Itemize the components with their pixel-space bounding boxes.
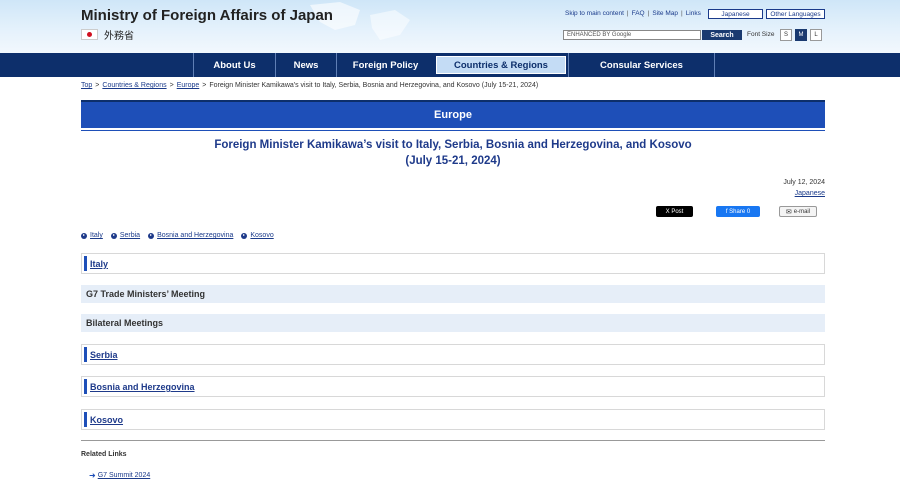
separator: | [680, 10, 683, 17]
mail-icon: ✉ [785, 208, 792, 216]
breadcrumb-separator: > [202, 82, 207, 89]
breadcrumb-countries-regions[interactable]: Countries & Regions [102, 82, 166, 89]
section-title: Europe [434, 109, 472, 121]
related-link-item[interactable]: ➜ G7 Summit 2024 [89, 471, 150, 480]
nav-about-us[interactable]: About Us [193, 53, 275, 77]
section-title-bar: Europe [81, 100, 825, 131]
content-divider [81, 440, 825, 441]
japanese-language-button[interactable]: Japanese [708, 9, 763, 19]
arrow-circle-icon [81, 232, 87, 239]
breadcrumb-current: Foreign Minister Kamikawa's visit to Ita… [209, 82, 539, 89]
section-kosovo-link[interactable]: Kosovo [90, 415, 123, 425]
other-languages-button[interactable]: Other Languages [766, 9, 825, 19]
nav-foreign-policy[interactable]: Foreign Policy [336, 53, 434, 77]
breadcrumb-separator: > [169, 82, 174, 89]
page-anchors: Italy Serbia Bosnia and Herzegovina Koso… [81, 232, 274, 239]
nav-news[interactable]: News [275, 53, 336, 77]
section-serbia: Serbia [81, 344, 825, 365]
arrow-circle-icon [148, 232, 155, 239]
japan-flag-icon [81, 29, 98, 40]
section-italy-link[interactable]: Italy [90, 259, 108, 269]
page-title-line2: (July 15-21, 2024) [405, 155, 501, 167]
related-links-title: Related Links [81, 451, 127, 458]
page-title: Foreign Minister Kamikawa’s visit to Ita… [81, 137, 825, 169]
publish-date: July 12, 2024 [783, 179, 825, 186]
anchor-kosovo[interactable]: Kosovo [241, 232, 274, 239]
arrow-right-icon: ➜ [89, 471, 96, 480]
nav-consular-services[interactable]: Consular Services [568, 53, 715, 77]
separator: | [647, 10, 650, 17]
anchor-link[interactable]: Bosnia and Herzegovina [157, 232, 233, 239]
arrow-circle-icon [241, 232, 248, 239]
section-kosovo: Kosovo [81, 409, 825, 430]
anchor-italy[interactable]: Italy [81, 232, 103, 239]
email-label: e-mail [793, 208, 811, 215]
japanese-version-link[interactable]: Japanese [795, 190, 825, 197]
section-serbia-link[interactable]: Serbia [90, 350, 118, 360]
section-italy: Italy [81, 253, 825, 274]
faq-link[interactable]: FAQ [632, 10, 645, 17]
japanese-title-row: 外務省 [81, 27, 134, 42]
anchor-link[interactable]: Serbia [120, 232, 140, 239]
anchor-link[interactable]: Kosovo [250, 232, 273, 239]
links-link[interactable]: Links [686, 10, 701, 17]
subsection-bilateral: Bilateral Meetings [81, 314, 825, 332]
separator: | [626, 10, 629, 17]
sitemap-link[interactable]: Site Map [652, 10, 678, 17]
font-size-medium-button[interactable]: M [795, 29, 807, 41]
arrow-circle-icon [110, 232, 117, 239]
subsection-g7-trade: G7 Trade Ministers’ Meeting [81, 285, 825, 303]
anchor-serbia[interactable]: Serbia [110, 232, 140, 239]
font-size-small-button[interactable]: S [780, 29, 792, 41]
page-title-line1: Foreign Minister Kamikawa’s visit to Ita… [214, 139, 692, 151]
section-bosnia-link[interactable]: Bosnia and Herzegovina [90, 382, 195, 392]
facebook-share-button[interactable]: f Share 0 [716, 206, 760, 217]
main-nav: About Us News Foreign Policy Countries &… [0, 53, 900, 77]
site-title[interactable]: Ministry of Foreign Affairs of Japan [81, 7, 333, 24]
section-bosnia: Bosnia and Herzegovina [81, 376, 825, 397]
related-link-g7-summit[interactable]: G7 Summit 2024 [98, 472, 151, 479]
anchor-bosnia[interactable]: Bosnia and Herzegovina [148, 232, 233, 239]
breadcrumb-europe[interactable]: Europe [177, 82, 200, 89]
email-share-button[interactable]: ✉ e-mail [779, 206, 817, 217]
site-header: Ministry of Foreign Affairs of Japan 外務省… [0, 0, 900, 53]
font-size-large-button[interactable]: L [810, 29, 822, 41]
search-input[interactable]: ENHANCED BY Google [563, 30, 701, 40]
x-post-button[interactable]: X Post [656, 206, 693, 217]
subsection-bilateral-title: Bilateral Meetings [86, 318, 164, 328]
breadcrumb: Top > Countries & Regions > Europe > For… [81, 82, 538, 89]
nav-countries-regions[interactable]: Countries & Regions [436, 56, 566, 74]
site-title-japanese: 外務省 [104, 31, 134, 42]
search-button[interactable]: Search [702, 30, 742, 40]
utility-links: Skip to main content | FAQ | Site Map | … [565, 10, 701, 17]
skip-link[interactable]: Skip to main content [565, 10, 624, 17]
anchor-link[interactable]: Italy [90, 232, 103, 239]
breadcrumb-top[interactable]: Top [81, 82, 92, 89]
search-placeholder: ENHANCED BY Google [567, 32, 632, 38]
breadcrumb-separator: > [95, 82, 100, 89]
font-size-label: Font Size [747, 31, 775, 38]
subsection-g7-title: G7 Trade Ministers’ Meeting [86, 289, 206, 299]
